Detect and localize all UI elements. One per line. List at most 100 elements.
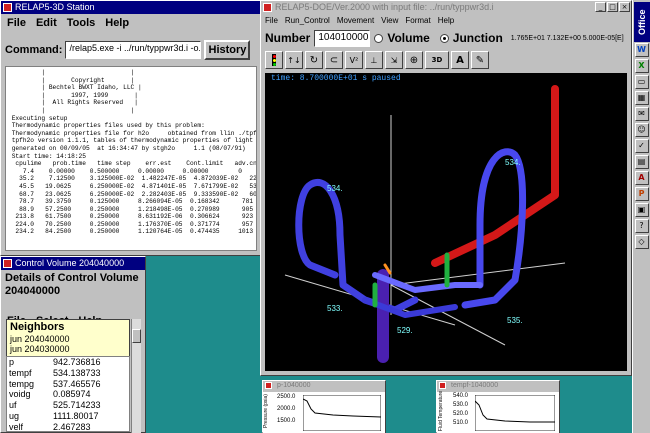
variable-row[interactable]: velf 2.467283	[7, 421, 129, 432]
variable-name: ug	[9, 410, 20, 421]
menu-tools[interactable]: Tools	[67, 17, 96, 29]
neighbor-item[interactable]: jun 204030000	[7, 344, 129, 354]
plot-left-title: p-1040000	[277, 382, 311, 389]
link-icon[interactable]: ⊂	[325, 51, 343, 69]
variable-name: tempg	[9, 378, 35, 389]
velocity-icon[interactable]: V²	[345, 51, 363, 69]
plot-right-tick: 530.0	[453, 402, 469, 408]
office-notes-icon[interactable]: ▤	[634, 155, 649, 169]
3d-viewport[interactable]: 534. 534. 533. 529. 535.	[265, 85, 627, 371]
console-line: | Bechtel BWXT Idaho, LLC |	[8, 84, 142, 92]
step-icon[interactable]: ↑↓	[285, 51, 303, 69]
move-icon[interactable]: ⇲	[385, 51, 403, 69]
console-line: 45.5 19.0625 6.250000E-02 4.871401E-05 7…	[8, 182, 257, 190]
office-shortcut-icon[interactable]: ◇	[634, 235, 649, 249]
office-help-icon[interactable]: ?	[634, 219, 649, 233]
cv-scrollbar[interactable]	[131, 319, 141, 433]
number-row: Number 104010000 Volume Junction 1.765E+…	[265, 28, 629, 48]
variable-value: 2.467283	[53, 421, 91, 432]
console-line: | 1997, 1999 |	[8, 91, 138, 99]
console-line: tpfh2o version 1.1.1, tables of thermody…	[8, 137, 257, 145]
volume-radio[interactable]	[374, 33, 384, 43]
plot-window-left: p-1040000 Pressure (psia) 2500.0 2000.0 …	[262, 380, 386, 433]
office-bar: Office W X ▭ ▦ ✉ ☺ ✓ ▤ A P ▣ ? ◇	[632, 0, 650, 433]
console-line: Executing setup	[8, 114, 68, 122]
variable-name: uf	[9, 400, 17, 411]
doe-menu-run-control[interactable]: Run_Control	[285, 16, 330, 25]
history-button[interactable]: History	[204, 40, 251, 60]
plot-window-right: tempf-1040000 Fluid Temperature 540.0 53…	[436, 380, 560, 433]
station-window: RELAP5-3D Station File Edit Tools Help C…	[0, 0, 262, 256]
variable-row[interactable]: voidg 0.085974	[7, 389, 129, 400]
plot-right-tick: 510.0	[453, 420, 469, 426]
plot-right-titlebar[interactable]: tempf-1040000	[437, 381, 559, 391]
console-line: Thermodynamic properties file for h2o ob…	[8, 129, 257, 137]
traffic-light-icon[interactable]	[265, 51, 283, 69]
variable-value: 525.714233	[53, 400, 101, 411]
pencil-icon[interactable]: ✎	[471, 51, 489, 69]
doe-menu-help[interactable]: Help	[438, 16, 454, 25]
console-line: 213.8 61.7500 0.250000 8.631192E-06 0.30…	[8, 213, 254, 221]
office-powerpoint-icon[interactable]: P	[634, 187, 649, 201]
variable-value: 1111.80017	[53, 410, 99, 421]
office-tasks-icon[interactable]: ✓	[634, 139, 649, 153]
minimize-icon[interactable]: _	[595, 2, 606, 12]
office-folder-icon[interactable]: ▭	[634, 75, 649, 89]
variable-value: 0.085974	[53, 389, 91, 400]
neighbors-header: Neighbors	[10, 321, 65, 333]
close-icon[interactable]: ×	[619, 2, 630, 12]
office-calendar-icon[interactable]: ▦	[634, 91, 649, 105]
number-input[interactable]: 104010000	[314, 29, 371, 47]
doe-menu-view[interactable]: View	[381, 16, 398, 25]
menu-edit[interactable]: Edit	[36, 17, 57, 29]
office-label: Office	[633, 2, 650, 42]
office-contacts-icon[interactable]: ☺	[634, 123, 649, 137]
menu-help[interactable]: Help	[105, 17, 129, 29]
variable-row[interactable]: tempg 537.465576	[7, 379, 129, 390]
office-mail-icon[interactable]: ✉	[634, 107, 649, 121]
viewport-background	[265, 85, 627, 371]
office-access-icon[interactable]: A	[634, 171, 649, 185]
junction-radio[interactable]	[439, 33, 449, 43]
command-row: Command: /relap5.exe -i ../run/typpwr3d.…	[5, 39, 259, 61]
doe-titlebar[interactable]: RELAP5-DOE/Ver.2000 with input file: ../…	[261, 1, 631, 14]
neighbor-item[interactable]: jun 204040000	[7, 334, 129, 344]
variable-name: tempf	[9, 367, 32, 378]
plot-left-tick: 1500.0	[277, 418, 296, 424]
variable-row[interactable]: p 942.736816	[7, 357, 129, 368]
pan-xy-icon[interactable]: ⊥	[365, 51, 383, 69]
office-binder-icon[interactable]: ▣	[634, 203, 649, 217]
label-535: 535.	[507, 316, 523, 325]
plot-left-titlebar[interactable]: p-1040000	[263, 381, 385, 391]
rotate-icon[interactable]: ↻	[305, 51, 323, 69]
cv-title: Control Volume 204040000	[15, 258, 125, 268]
console-line: Thermodynamic properties files used by t…	[8, 122, 205, 130]
label-529: 529.	[397, 326, 413, 335]
maximize-icon[interactable]: □	[607, 2, 618, 12]
office-excel-icon[interactable]: X	[634, 59, 649, 73]
doe-menu-format[interactable]: Format	[405, 16, 430, 25]
cv-scroll-thumb[interactable]	[132, 329, 141, 343]
plot-left-tick: 2500.0	[277, 394, 296, 400]
menu-file[interactable]: File	[7, 17, 26, 29]
cv-titlebar[interactable]: Control Volume 204040000	[1, 257, 145, 270]
doe-menu-movement[interactable]: Movement	[337, 16, 374, 25]
plot-left-icon	[265, 382, 272, 389]
plot-right-ylabel: Fluid Temperature	[438, 390, 445, 432]
variable-row[interactable]: tempf 534.138733	[7, 368, 129, 379]
cv-details-line1: Details of Control Volume	[5, 272, 139, 284]
console-line: 35.2 7.12500 3.125000E-02 1.482247E-05 4…	[8, 175, 257, 183]
variable-row[interactable]: uf 525.714233	[7, 400, 129, 411]
office-word-icon[interactable]: W	[634, 43, 649, 57]
plot-left-trace	[303, 395, 381, 431]
doe-menu-file[interactable]: File	[265, 16, 278, 25]
variable-row[interactable]: ug 1111.80017	[7, 411, 129, 422]
doe-toolbar: ↑↓ ↻ ⊂ V² ⊥ ⇲ ⊕ 3D A ✎	[265, 49, 489, 71]
plot-right-tick: 520.0	[453, 411, 469, 417]
command-input[interactable]: /relap5.exe -i ../run/typpwr3d.i -o...	[65, 41, 202, 59]
station-titlebar[interactable]: RELAP5-3D Station	[1, 1, 261, 14]
text-a-icon[interactable]: A	[451, 51, 469, 69]
3d-icon[interactable]: 3D	[425, 51, 449, 69]
target-icon[interactable]: ⊕	[405, 51, 423, 69]
station-menubar: File Edit Tools Help	[1, 14, 261, 32]
